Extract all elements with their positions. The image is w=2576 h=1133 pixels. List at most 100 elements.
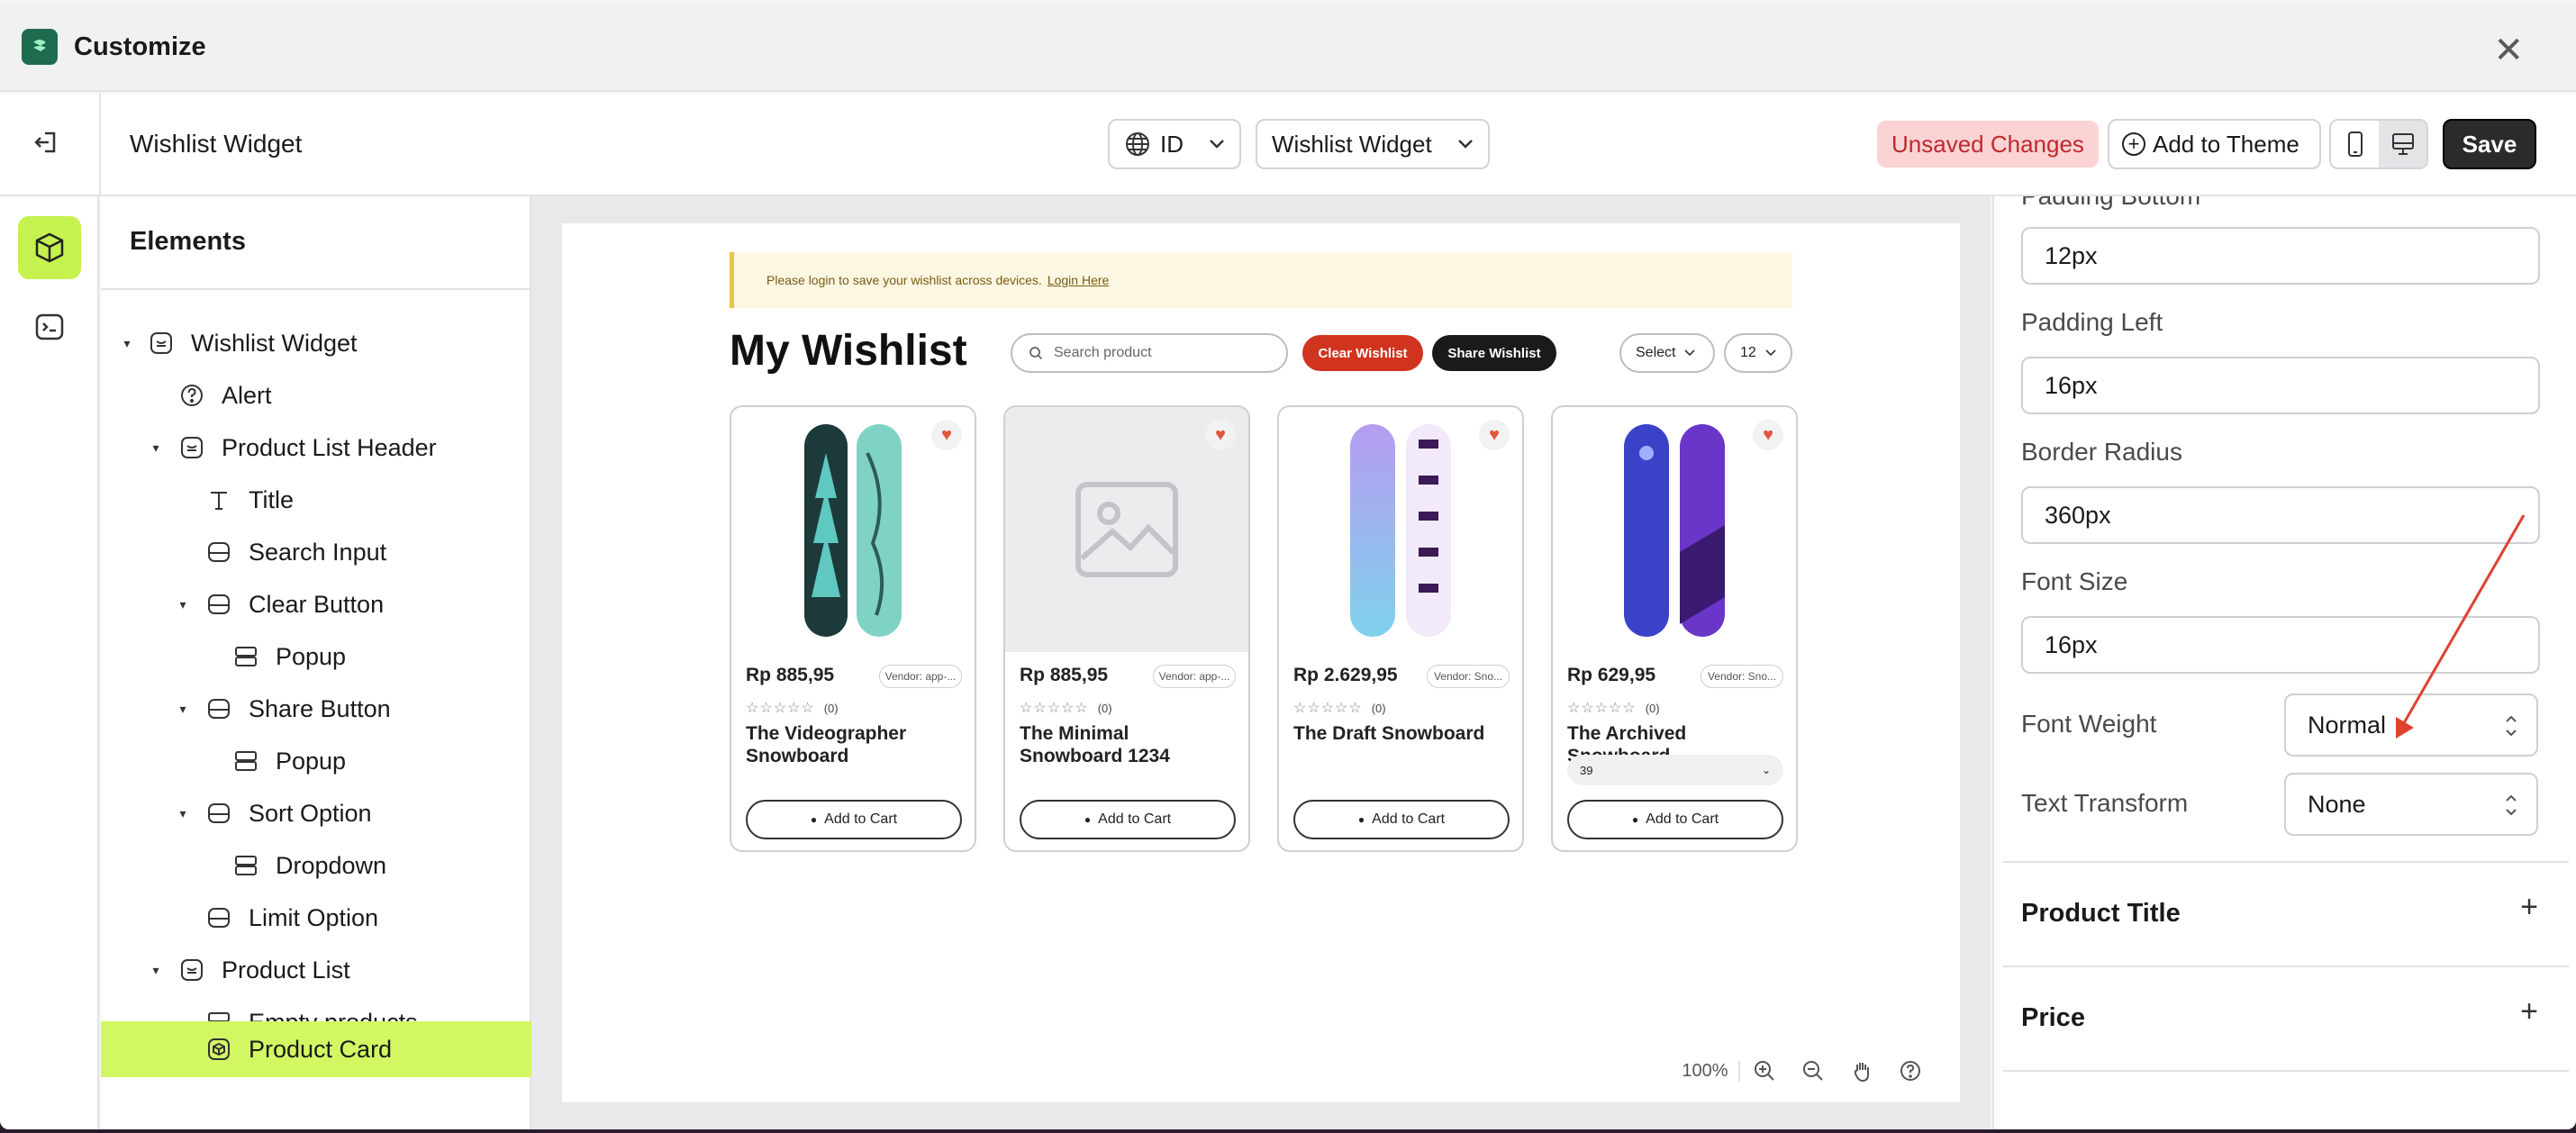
product-price: Rp 629,95 (1567, 665, 1656, 685)
locale-value: ID (1160, 130, 1184, 158)
vendor-badge: Vendor: app-... (879, 665, 962, 688)
sort-select[interactable]: Select (1619, 333, 1715, 373)
tree-item-label: Sort Option (249, 799, 372, 827)
tree-item-popup[interactable]: Popup (101, 630, 531, 683)
input-icon (204, 693, 234, 724)
tree-item-sort-option[interactable]: ▾ Sort Option (101, 787, 531, 839)
toolbar-divider (99, 94, 101, 196)
tree-item-popup[interactable]: Popup (101, 735, 531, 787)
product-price: Rp 885,95 (1020, 665, 1109, 685)
product-name[interactable]: The Videographer Snowboard (746, 722, 962, 767)
login-alert: Please login to save your wishlist acros… (730, 252, 1792, 308)
heart-icon[interactable]: ♥ (1479, 420, 1510, 450)
annotation-arrow (2396, 514, 2526, 739)
limit-select[interactable]: 12 (1724, 333, 1792, 373)
limit-value: 12 (1740, 345, 1756, 360)
add-to-theme-button[interactable]: + Add to Theme (2108, 119, 2321, 169)
search-placeholder: Search product (1054, 345, 1152, 360)
product-name[interactable]: The Minimal Snowboard 1234 (1020, 722, 1236, 767)
page-name: Wishlist Widget (130, 130, 303, 158)
plus-circle-icon: + (2122, 132, 2145, 156)
tree-item-clear-button[interactable]: ▾ Clear Button (101, 578, 531, 630)
tree-item-label: Wishlist Widget (191, 329, 358, 357)
tree-item-label: Clear Button (249, 590, 385, 618)
canvas-area: Please login to save your wishlist acros… (531, 196, 1991, 1129)
product-card[interactable]: ♥ Rp 629,95 Vendor: Sno... ☆☆☆☆☆ (0) The … (1551, 405, 1798, 852)
tree-item-label: Popup (276, 642, 347, 670)
caret-down-icon[interactable]: ▾ (150, 440, 162, 456)
tree-item-product-card[interactable]: Product Card (101, 1021, 531, 1077)
elements-tab[interactable] (18, 216, 81, 279)
product-name[interactable]: The Draft Snowboard (1293, 722, 1510, 745)
zoom-toolbar: 100% (1672, 1047, 1951, 1095)
product-card[interactable]: ♥ Rp 885,95 Vendor: app-... ☆☆☆☆☆ (0) The… (1003, 405, 1250, 852)
add-to-cart-label: Add to Cart (824, 811, 898, 827)
caret-down-icon[interactable]: ▾ (150, 963, 162, 978)
help-icon[interactable] (1886, 1059, 1935, 1083)
tree-item-label: Product List Header (222, 433, 437, 461)
tree-item-share-button[interactable]: ▾ Share Button (101, 683, 531, 735)
add-to-cart-button[interactable]: ● Add to Cart (1020, 800, 1236, 839)
tree-item-label: Limit Option (249, 903, 379, 931)
rows-icon (231, 850, 261, 881)
mobile-view-button[interactable] (2331, 121, 2379, 168)
caret-down-icon[interactable]: ▾ (177, 597, 189, 612)
tree-item-product-list[interactable]: ▾ Product List (101, 944, 531, 996)
variant-select[interactable]: 39 ⌄ (1567, 755, 1783, 785)
template-select[interactable]: Wishlist Widget (1256, 119, 1490, 169)
preview-canvas: Please login to save your wishlist acros… (562, 223, 1960, 1102)
tree-item-product-list-header[interactable]: ▾ Product List Header (101, 421, 531, 474)
title-bar: Customize ✕ (0, 4, 2576, 92)
save-button[interactable]: Save (2443, 119, 2536, 169)
heart-icon[interactable]: ♥ (1205, 420, 1236, 450)
zoom-level: 100% (1672, 1060, 1740, 1082)
add-to-cart-button[interactable]: ● Add to Cart (1567, 800, 1783, 839)
rating-stars: ☆☆☆☆☆ (0) (1020, 701, 1112, 716)
clear-wishlist-button[interactable]: Clear Wishlist (1302, 335, 1423, 371)
cube-icon (204, 1034, 234, 1065)
tree-item-search-input[interactable]: Search Input (101, 526, 531, 578)
close-icon[interactable]: ✕ (2493, 32, 2524, 68)
zoom-out-icon[interactable] (1789, 1059, 1837, 1083)
tree-item-alert[interactable]: Alert (101, 369, 531, 421)
hand-icon[interactable] (1837, 1059, 1886, 1083)
zoom-in-icon[interactable] (1740, 1059, 1789, 1083)
left-rail (0, 196, 99, 1129)
add-to-theme-label: Add to Theme (2153, 130, 2299, 158)
input-icon (204, 798, 234, 829)
exit-icon[interactable] (31, 126, 63, 159)
tree-item-label: Search Input (249, 538, 387, 566)
review-count: (0) (1645, 702, 1660, 715)
cube-icon (35, 232, 64, 263)
tree-item-wishlist-widget[interactable]: ▾ Wishlist Widget (101, 317, 531, 369)
heart-icon[interactable]: ♥ (1753, 420, 1783, 450)
desktop-view-button[interactable] (2379, 121, 2426, 168)
share-wishlist-button[interactable]: Share Wishlist (1432, 335, 1556, 371)
caret-down-icon[interactable]: ▾ (121, 336, 133, 351)
locale-select[interactable]: ID (1108, 119, 1241, 169)
login-link[interactable]: Login Here (1048, 273, 1110, 287)
variant-value: 39 (1580, 763, 1593, 777)
product-card[interactable]: ♥ Rp 885,95 Vendor: app-... ☆☆☆☆☆ (0) The… (730, 405, 976, 852)
caret-down-icon[interactable]: ▾ (177, 806, 189, 821)
tree-item-limit-option[interactable]: Limit Option (101, 892, 531, 944)
product-card[interactable]: ♥ Rp 2.629,95 Vendor: Sno... ☆☆☆☆☆ (0) Th… (1277, 405, 1524, 852)
product-price: Rp 2.629,95 (1293, 665, 1398, 685)
code-tab[interactable] (18, 295, 81, 358)
tree-item-label: Product Card (249, 1035, 393, 1063)
rows-icon (231, 641, 261, 672)
chevron-down-icon (1765, 349, 1776, 357)
heart-icon[interactable]: ♥ (931, 420, 962, 450)
add-to-cart-label: Add to Cart (1372, 811, 1446, 827)
add-to-cart-button[interactable]: ● Add to Cart (1293, 800, 1510, 839)
tree-item-label: Title (249, 485, 295, 513)
app-logo-icon (22, 29, 58, 65)
caret-down-icon[interactable]: ▾ (177, 702, 189, 717)
tree-item-title[interactable]: Title (101, 474, 531, 526)
properties-panel: Padding Bottom 12px Padding Left 16px Bo… (1992, 196, 2576, 1129)
search-input[interactable]: Search product (1011, 333, 1288, 373)
tree-item-dropdown[interactable]: Dropdown (101, 839, 531, 892)
tree-item-label: Alert (222, 381, 272, 409)
customize-window: Customize ✕ Wishlist Widget ID Wishlist … (0, 0, 2576, 1129)
add-to-cart-button[interactable]: ● Add to Cart (746, 800, 962, 839)
